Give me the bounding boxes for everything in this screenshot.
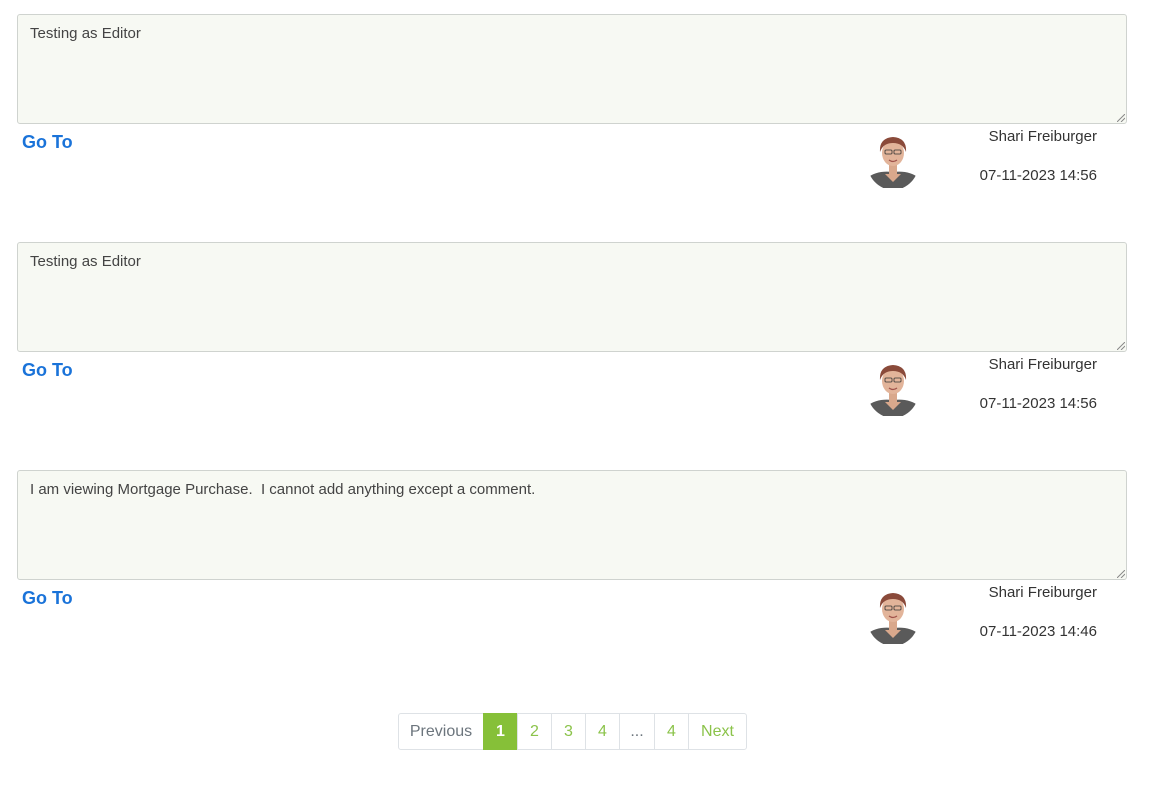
user-avatar-photo-icon bbox=[867, 362, 919, 416]
comment-author: Shari Freiburger bbox=[988, 584, 1097, 601]
user-avatar-photo-icon bbox=[867, 134, 919, 188]
pagination-page-last[interactable]: 4 bbox=[654, 713, 689, 750]
pagination-page-2[interactable]: 2 bbox=[517, 713, 552, 750]
pagination-page-4[interactable]: 4 bbox=[585, 713, 620, 750]
comment-textarea[interactable]: Testing as Editor bbox=[17, 242, 1127, 352]
pagination-page-1[interactable]: 1 bbox=[483, 713, 518, 750]
comment-textarea[interactable]: I am viewing Mortgage Purchase. I cannot… bbox=[17, 470, 1127, 580]
go-to-link[interactable]: Go To bbox=[22, 360, 73, 381]
comment-author: Shari Freiburger bbox=[988, 128, 1097, 145]
user-avatar-photo-icon bbox=[867, 590, 919, 644]
go-to-link[interactable]: Go To bbox=[22, 588, 73, 609]
comment-item: Testing as Editor Go To Shari Freiburger bbox=[17, 14, 1127, 242]
pagination: Previous 1 2 3 4 ... 4 Next bbox=[398, 713, 747, 750]
comment-item: Testing as Editor Go To Shari Freiburger bbox=[17, 242, 1127, 470]
comment-author: Shari Freiburger bbox=[988, 356, 1097, 373]
pagination-previous-button[interactable]: Previous bbox=[398, 713, 484, 750]
go-to-link[interactable]: Go To bbox=[22, 132, 73, 153]
comment-textarea[interactable]: Testing as Editor bbox=[17, 14, 1127, 124]
resize-grip-icon[interactable] bbox=[1117, 570, 1125, 578]
comment-item: I am viewing Mortgage Purchase. I cannot… bbox=[17, 470, 1127, 698]
comments-page: Testing as Editor Go To Shari Freiburger bbox=[0, 0, 1158, 799]
comment-date: 07-11-2023 14:56 bbox=[979, 395, 1097, 412]
resize-grip-icon[interactable] bbox=[1117, 342, 1125, 350]
resize-grip-icon[interactable] bbox=[1117, 114, 1125, 122]
comment-date: 07-11-2023 14:46 bbox=[979, 623, 1097, 640]
pagination-ellipsis: ... bbox=[619, 713, 655, 750]
comment-date: 07-11-2023 14:56 bbox=[979, 167, 1097, 184]
pagination-page-3[interactable]: 3 bbox=[551, 713, 586, 750]
pagination-next-button[interactable]: Next bbox=[688, 713, 747, 750]
